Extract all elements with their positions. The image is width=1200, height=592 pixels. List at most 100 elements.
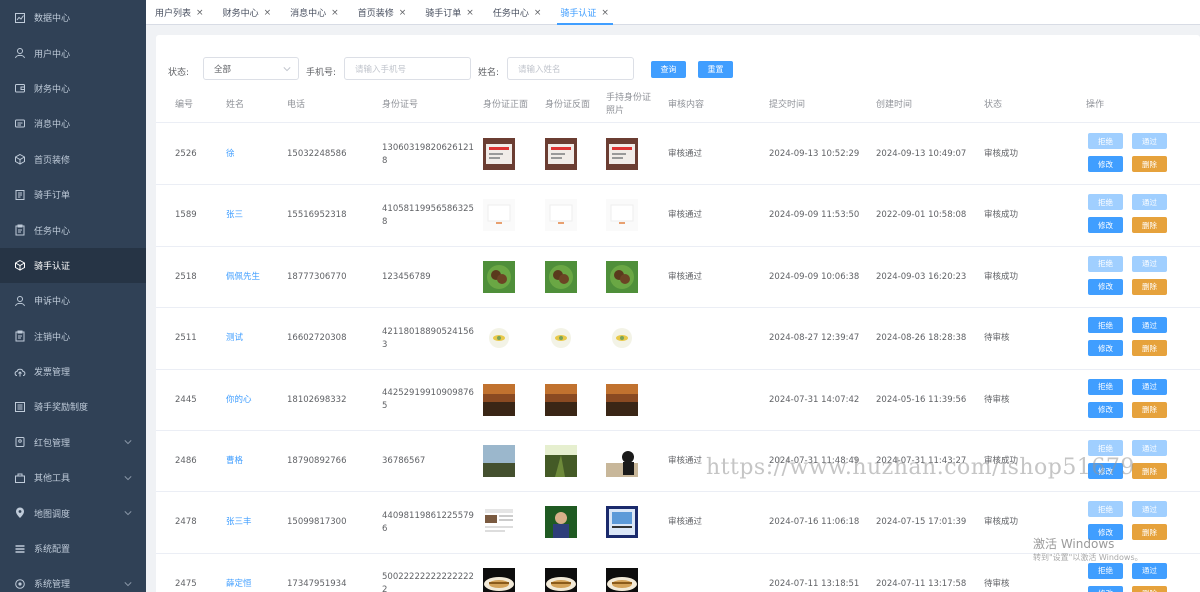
approve-button[interactable]: 通过 (1132, 501, 1167, 518)
sidebar-item[interactable]: 其他工具 (0, 460, 146, 495)
tab[interactable]: 骑手订单 × (416, 0, 484, 25)
handheld-id-photo[interactable] (606, 138, 638, 170)
edit-button[interactable]: 修改 (1088, 217, 1123, 234)
delete-button[interactable]: 删除 (1132, 278, 1167, 295)
cell-name[interactable]: 曹格 (226, 431, 243, 492)
tab[interactable]: 首页装修 × (349, 0, 417, 25)
reject-button[interactable]: 拒绝 (1088, 378, 1123, 395)
reject-button[interactable]: 拒绝 (1088, 317, 1123, 334)
phone-input[interactable]: 请输入手机号 (344, 57, 471, 80)
approve-button[interactable]: 通过 (1132, 255, 1167, 272)
approve-button[interactable]: 通过 (1132, 133, 1167, 149)
id-back-photo[interactable] (545, 322, 577, 355)
tab[interactable]: 任务中心 × (484, 0, 552, 25)
handheld-id-photo[interactable] (606, 445, 638, 477)
close-icon[interactable]: × (601, 8, 609, 18)
cell-name[interactable]: 张三 (226, 185, 243, 246)
cell-name[interactable]: 测试 (226, 308, 243, 369)
sidebar-item[interactable]: 数据中心 (0, 0, 146, 35)
sidebar-item[interactable]: 骑手订单 (0, 177, 146, 212)
sidebar-item[interactable]: 消息中心 (0, 106, 146, 141)
reject-button[interactable]: 拒绝 (1088, 440, 1123, 456)
close-icon[interactable]: × (534, 8, 542, 18)
tab[interactable]: 骑手认证 × (551, 0, 619, 25)
sidebar-item[interactable]: 财务中心 (0, 71, 146, 106)
tab[interactable]: 财务中心 × (214, 0, 282, 25)
id-back-photo[interactable] (545, 506, 577, 539)
status-filter-label: 状态: (168, 68, 190, 78)
sidebar-item[interactable]: 系统配置 (0, 531, 146, 566)
delete-button[interactable]: 删除 (1132, 156, 1167, 172)
name-input[interactable]: 请输入姓名 (507, 57, 634, 80)
id-front-photo[interactable] (483, 383, 515, 416)
handheld-id-photo[interactable] (606, 506, 638, 539)
close-icon[interactable]: × (466, 8, 474, 18)
approve-button[interactable]: 通过 (1132, 440, 1167, 456)
close-icon[interactable]: × (196, 8, 204, 18)
id-back-photo[interactable] (545, 383, 577, 416)
sidebar-item[interactable]: 骑手认证 (0, 247, 146, 284)
handheld-id-photo[interactable] (606, 567, 638, 592)
delete-button[interactable]: 删除 (1132, 217, 1167, 234)
id-front-photo[interactable] (483, 445, 515, 477)
id-back-photo[interactable] (545, 445, 577, 477)
handheld-id-photo[interactable] (606, 260, 638, 293)
sidebar-item[interactable]: 地图调度 (0, 495, 146, 530)
id-back-photo[interactable] (545, 138, 577, 170)
id-front-photo[interactable] (483, 199, 515, 232)
approve-button[interactable]: 通过 (1132, 562, 1167, 579)
id-back-photo[interactable] (545, 567, 577, 592)
id-front-photo[interactable] (483, 322, 515, 355)
handheld-id-photo[interactable] (606, 383, 638, 416)
id-back-photo[interactable] (545, 199, 577, 232)
reject-button[interactable]: 拒绝 (1088, 194, 1123, 211)
sidebar-item[interactable]: 红包管理 (0, 425, 146, 460)
edit-button[interactable]: 修改 (1088, 278, 1123, 295)
reject-button[interactable]: 拒绝 (1088, 255, 1123, 272)
cell-name[interactable]: 徐 (226, 124, 235, 185)
status-select[interactable]: 全部 (203, 57, 299, 80)
sidebar-item[interactable]: 首页装修 (0, 142, 146, 177)
reject-button[interactable]: 拒绝 (1088, 133, 1123, 149)
edit-button[interactable]: 修改 (1088, 401, 1123, 418)
delete-button[interactable]: 删除 (1132, 585, 1167, 592)
sidebar-item[interactable]: 注销中心 (0, 319, 146, 354)
tab[interactable]: 消息中心 × (281, 0, 349, 25)
approve-button[interactable]: 通过 (1132, 317, 1167, 334)
sidebar-item[interactable]: 系统管理 (0, 566, 146, 592)
id-front-photo[interactable] (483, 260, 515, 293)
id-front-photo[interactable] (483, 506, 515, 539)
id-front-photo[interactable] (483, 567, 515, 592)
sidebar-item[interactable]: 任务中心 (0, 212, 146, 247)
sidebar-item[interactable]: 发票管理 (0, 354, 146, 389)
reject-button[interactable]: 拒绝 (1088, 562, 1123, 579)
id-front-photo[interactable] (483, 138, 515, 170)
sidebar-item[interactable]: 申诉中心 (0, 283, 146, 318)
delete-button[interactable]: 删除 (1132, 340, 1167, 357)
delete-button[interactable]: 删除 (1132, 524, 1167, 541)
sidebar-item-label: 骑手认证 (34, 261, 71, 272)
approve-button[interactable]: 通过 (1132, 378, 1167, 395)
close-icon[interactable]: × (399, 8, 407, 18)
handheld-id-photo[interactable] (606, 322, 638, 355)
cell-name[interactable]: 佩佩先生 (226, 247, 260, 308)
handheld-id-photo[interactable] (606, 199, 638, 232)
query-button[interactable]: 查询 (651, 61, 686, 78)
delete-button[interactable]: 删除 (1132, 401, 1167, 418)
edit-button[interactable]: 修改 (1088, 340, 1123, 357)
edit-button[interactable]: 修改 (1088, 585, 1123, 592)
sidebar-item[interactable]: 骑手奖励制度 (0, 389, 146, 424)
delete-button[interactable]: 删除 (1132, 463, 1167, 479)
id-back-photo[interactable] (545, 260, 577, 293)
tab[interactable]: 用户列表 × (146, 0, 214, 25)
cell-name[interactable]: 薛定恒 (226, 554, 252, 592)
approve-button[interactable]: 通过 (1132, 194, 1167, 211)
close-icon[interactable]: × (331, 8, 339, 18)
cell-name[interactable]: 你的心 (226, 370, 252, 431)
reset-button[interactable]: 重置 (698, 61, 733, 78)
close-icon[interactable]: × (264, 8, 272, 18)
cell-name[interactable]: 张三丰 (226, 492, 252, 553)
sidebar-item[interactable]: 用户中心 (0, 35, 146, 70)
reject-button[interactable]: 拒绝 (1088, 501, 1123, 518)
edit-button[interactable]: 修改 (1088, 156, 1123, 172)
